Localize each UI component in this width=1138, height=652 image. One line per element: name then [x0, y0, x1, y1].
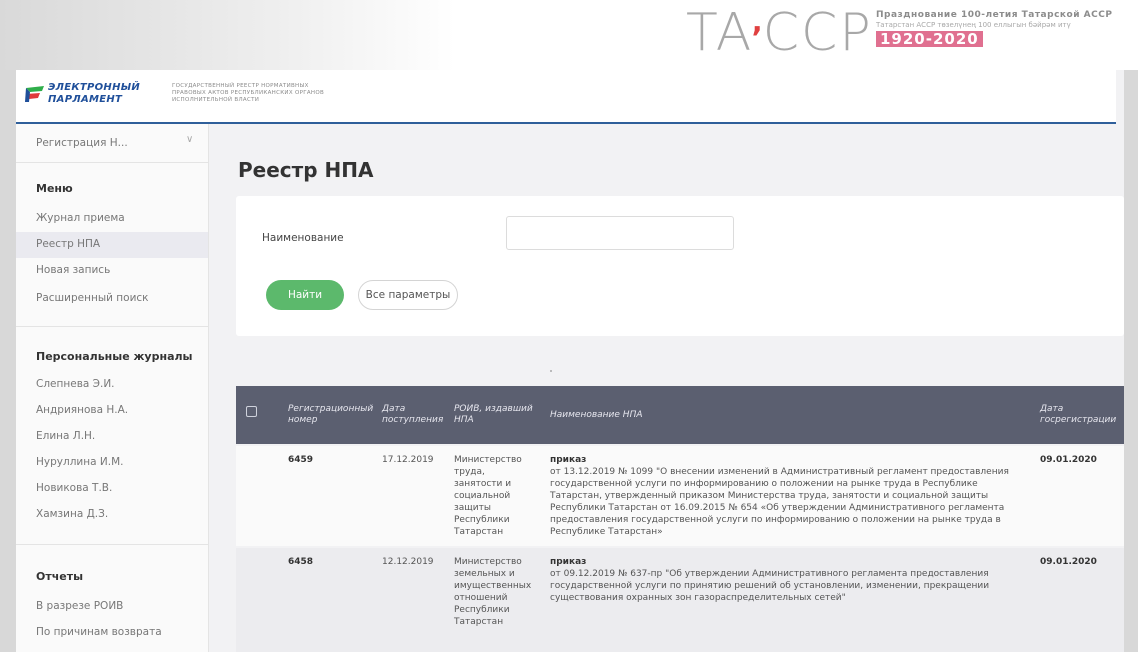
sidebar-item-label: Реестр НПА: [36, 238, 101, 250]
sidebar-item-report-roiv[interactable]: В разрезе РОИВ: [16, 594, 208, 620]
header-subtitle: ГОСУДАРСТВЕННЫЙ РЕЕСТР НОРМАТИВНЫХ ПРАВО…: [172, 83, 325, 103]
column-header-reg-date[interactable]: Дата госрегистрации: [1040, 404, 1120, 426]
anniversary-caption: Празднование 100-летия Татарской АССР Та…: [876, 10, 1126, 48]
sidebar-item-label: Слепнева Э.И.: [36, 378, 115, 390]
name-filter-input[interactable]: [506, 216, 734, 250]
brand-line-1: ЭЛЕКТРОННЫЙ: [48, 82, 141, 93]
registration-select[interactable]: Регистрация Н... ∨: [16, 124, 208, 163]
sidebar-item-journal-2[interactable]: Андриянова Н.А.: [16, 398, 208, 424]
app-header: ЭЛЕКТРОННЫЙ ПАРЛАМЕНТ ГОСУДАРСТВЕННЫЙ РЕ…: [16, 70, 1116, 124]
sidebar-item-new-record[interactable]: Новая запись: [16, 258, 208, 284]
sidebar-item-journal-3[interactable]: Елина Л.Н.: [16, 424, 208, 450]
sidebar-item-journal-6[interactable]: Хамзина Д.З.: [16, 502, 208, 528]
all-params-button[interactable]: Все параметры: [358, 280, 458, 310]
sidebar-item-label: Новикова Т.В.: [36, 482, 113, 494]
row-reg-date: 09.01.2020: [1040, 557, 1097, 567]
anniversary-years: 1920-2020: [876, 31, 983, 47]
sidebar-item-registry[interactable]: Реестр НПА: [16, 232, 208, 258]
find-button[interactable]: Найти: [266, 280, 344, 310]
reports-title: Отчеты: [36, 570, 84, 583]
brand-name[interactable]: ЭЛЕКТРОННЫЙ ПАРЛАМЕНТ: [48, 82, 140, 106]
row-reg-number: 6458: [288, 557, 314, 567]
chevron-down-icon: ∨: [186, 134, 194, 145]
tassr-logo-accent: ’: [751, 21, 765, 56]
journals-title: Персональные журналы: [36, 350, 193, 363]
top-banner: TA’CCP Празднование 100-летия Татарской …: [0, 0, 1138, 70]
sidebar: Регистрация Н... ∨ Меню Журнал приема Ре…: [16, 124, 209, 652]
filter-card: Наименование Найти Все параметры: [236, 196, 1124, 336]
app-window: ЭЛЕКТРОННЫЙ ПАРЛАМЕНТ ГОСУДАРСТВЕННЫЙ РЕ…: [16, 70, 1124, 652]
tassr-logo-right: CCP: [762, 3, 873, 63]
menu-title: Меню: [36, 182, 73, 195]
sidebar-item-label: По причинам возврата: [36, 626, 162, 638]
row-doc-type: приказ: [550, 557, 587, 567]
row-reg-date: 09.01.2020: [1040, 455, 1097, 465]
row-doc-type: приказ: [550, 455, 587, 465]
sidebar-divider: [16, 544, 208, 545]
name-filter-label: Наименование: [262, 232, 344, 244]
sidebar-item-label: Расширенный поиск: [36, 292, 149, 304]
anniversary-line-2: Татарстан АССР төзелүнең 100 еллыгын бәй…: [876, 21, 1071, 29]
tassr-logo-left: TA: [686, 3, 754, 63]
row-date-in: 17.12.2019: [382, 455, 434, 465]
row-reg-number: 6459: [288, 455, 314, 465]
sidebar-item-journal[interactable]: Журнал приема: [16, 206, 208, 232]
row-doc-name: от 09.12.2019 № 637-пр "Об утверждении А…: [550, 569, 990, 603]
table-row[interactable]: 6459 17.12.2019 Министерство труда, заня…: [236, 446, 1124, 546]
page-title: Реестр НПА: [238, 158, 374, 182]
anniversary-line-1: Празднование 100-летия Татарской АССР: [876, 10, 1113, 20]
sidebar-item-label: Андриянова Н.А.: [36, 404, 129, 416]
sidebar-item-label: В разрезе РОИВ: [36, 600, 124, 612]
column-header-reg-number[interactable]: Регистрационный номер: [288, 404, 378, 426]
brand-line-2: ПАРЛАМЕНТ: [48, 94, 123, 105]
sidebar-item-label: Нуруллина И.М.: [36, 456, 124, 468]
row-roiv: Министерство земельных и имущественных о…: [454, 557, 532, 627]
sidebar-item-advanced-search[interactable]: Расширенный поиск: [16, 286, 208, 312]
row-roiv: Министерство труда, занятости и социальн…: [454, 455, 522, 537]
row-date-in: 12.12.2019: [382, 557, 434, 567]
sidebar-item-journal-1[interactable]: Слепнева Э.И.: [16, 372, 208, 398]
sidebar-item-journal-4[interactable]: Нуруллина И.М.: [16, 450, 208, 476]
sidebar-item-journal-5[interactable]: Новикова Т.В.: [16, 476, 208, 502]
column-header-roiv[interactable]: РОИВ, издавший НПА: [454, 404, 534, 426]
sidebar-item-report-returns[interactable]: По причинам возврата: [16, 620, 208, 646]
select-all-checkbox[interactable]: [246, 406, 257, 417]
registration-select-value: Регистрация Н...: [36, 137, 128, 149]
column-header-date-in[interactable]: Дата поступления: [382, 404, 446, 426]
sidebar-item-label: Новая запись: [36, 264, 111, 276]
sidebar-item-label: Елина Л.Н.: [36, 430, 96, 442]
parliament-logo-icon: [25, 86, 44, 102]
table-row[interactable]: 6458 12.12.2019 Министерство земельных и…: [236, 548, 1124, 652]
sidebar-divider: [16, 326, 208, 327]
row-doc-name: от 13.12.2019 № 1099 "О внесении изменен…: [550, 467, 1009, 537]
sidebar-item-label: Журнал приема: [36, 212, 125, 224]
column-header-name[interactable]: Наименование НПА: [550, 410, 750, 421]
table-header: Регистрационный номер Дата поступления Р…: [236, 386, 1124, 444]
sidebar-item-label: Хамзина Д.З.: [36, 508, 109, 520]
loading-dot: [550, 370, 552, 372]
tassr-logo: TA’CCP: [686, 5, 873, 61]
